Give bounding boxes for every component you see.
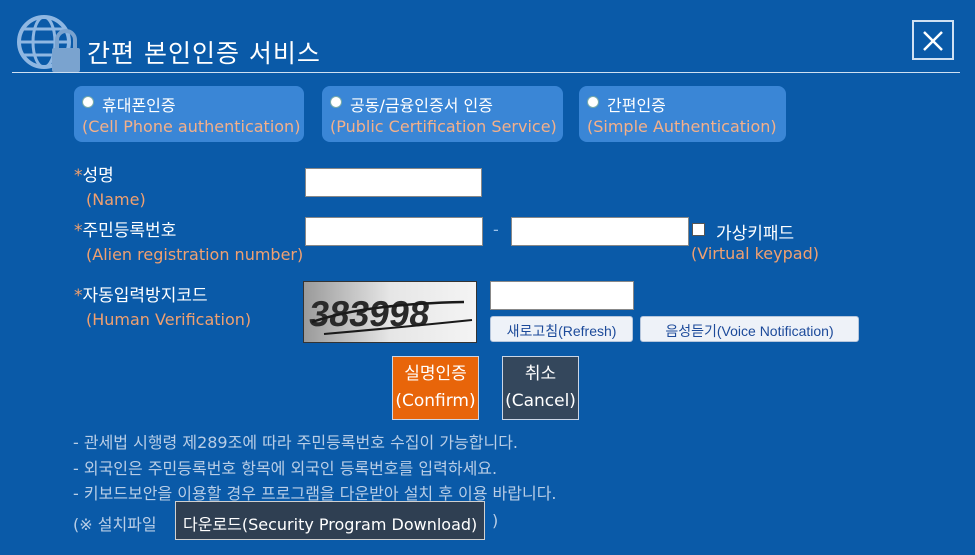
download-prefix: (※ 설치파일 — [73, 515, 157, 534]
virtual-keypad-label: 가상키패드 — [716, 224, 795, 244]
captcha-label-ko: 자동입력방지코드 — [82, 286, 208, 306]
registration-first-input[interactable] — [305, 217, 483, 246]
tab-public-certificate[interactable]: 공동/금융인증서 인증 (Public Certification Servic… — [322, 86, 563, 142]
download-suffix: ) — [492, 511, 499, 530]
notice-line: - 관세법 시행령 제289조에 따라 주민등록번호 수집이 가능합니다. — [73, 433, 519, 452]
registration-label: *주민등록번호 (Alien registration number) — [74, 216, 303, 264]
tab-sublabel: (Simple Authentication) — [587, 117, 777, 136]
voice-button[interactable]: 음성듣기(Voice Notification) — [640, 316, 859, 342]
captcha-code: 383998 — [307, 293, 433, 334]
captcha-graphic: 383998 — [307, 293, 473, 335]
name-input[interactable] — [305, 168, 482, 197]
confirm-label-ko: 실명인증 — [404, 364, 467, 384]
captcha-image: 383998 — [303, 281, 477, 343]
refresh-button[interactable]: 새로고침(Refresh) — [490, 316, 633, 342]
registration-label-en: (Alien registration number) — [86, 245, 304, 264]
tab-simple-auth[interactable]: 간편인증 (Simple Authentication) — [579, 86, 786, 142]
cancel-label-ko: 취소 — [524, 364, 557, 384]
download-button[interactable]: 다운로드(Security Program Download) — [175, 501, 486, 540]
cancel-label-en: (Cancel) — [505, 391, 576, 411]
captcha-label: *자동입력방지코드 (Human Verification) — [74, 281, 251, 329]
page-title: 간편 본인인증 서비스 — [87, 39, 321, 68]
virtual-keypad-sublabel: (Virtual keypad) — [691, 244, 819, 263]
cancel-button[interactable]: 취소 (Cancel) — [502, 356, 579, 420]
confirm-button[interactable]: 실명인증 (Confirm) — [392, 356, 479, 420]
close-button[interactable] — [912, 20, 954, 60]
required-marker: * — [74, 221, 83, 241]
required-marker: * — [74, 166, 83, 186]
tab-label: 간편인증 — [607, 96, 666, 115]
radio-button[interactable] — [82, 96, 94, 108]
name-label-ko: 성명 — [82, 166, 114, 186]
tab-sublabel: (Cell Phone authentication) — [82, 117, 301, 136]
tab-sublabel: (Public Certification Service) — [330, 117, 557, 136]
close-icon — [923, 31, 943, 51]
tab-label: 휴대폰인증 — [102, 96, 176, 115]
captcha-input[interactable] — [490, 281, 634, 310]
tab-cell-phone[interactable]: 휴대폰인증 (Cell Phone authentication) — [74, 86, 304, 142]
confirm-label-en: (Confirm) — [395, 391, 476, 411]
virtual-keypad-checkbox[interactable] — [692, 223, 705, 236]
captcha-label-en: (Human Verification) — [86, 310, 252, 329]
registration-separator: - — [493, 220, 499, 239]
tab-label: 공동/금융인증서 인증 — [350, 96, 493, 115]
radio-button[interactable] — [330, 96, 342, 108]
name-label-en: (Name) — [86, 190, 146, 209]
registration-second-input[interactable] — [511, 217, 689, 246]
secure-globe-icon — [17, 15, 80, 72]
radio-button[interactable] — [587, 96, 599, 108]
required-marker: * — [74, 286, 83, 306]
registration-label-ko: 주민등록번호 — [82, 221, 177, 241]
name-label: *성명 (Name) — [74, 161, 146, 209]
notice-line: - 외국인은 주민등록번호 항목에 외국인 등록번호를 입력하세요. — [73, 459, 498, 478]
